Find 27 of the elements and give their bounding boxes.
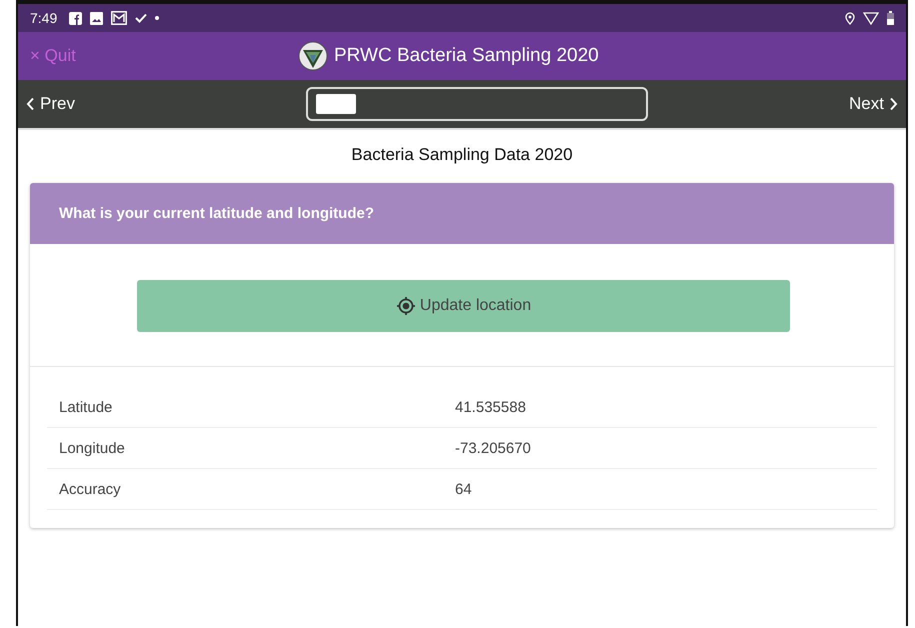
wifi-icon	[863, 12, 879, 24]
target-icon	[396, 296, 416, 316]
prev-button[interactable]: Prev	[26, 94, 75, 114]
dot-icon	[155, 16, 160, 20]
chevron-left-icon	[26, 97, 35, 111]
field-value: 64	[455, 480, 472, 498]
status-time: 7:49	[30, 10, 58, 26]
logo-icon	[298, 41, 328, 71]
field-label: Latitude	[58, 398, 114, 416]
selection-highlight	[316, 94, 356, 114]
field-label: Accuracy	[58, 480, 122, 498]
field-value: -73.205670	[455, 440, 531, 456]
next-button[interactable]: Next	[849, 94, 898, 114]
battery-icon	[887, 11, 894, 25]
location-icon	[845, 12, 855, 24]
facebook-icon	[69, 12, 82, 24]
field-label: Longitude	[58, 440, 126, 456]
mail-icon	[111, 11, 128, 25]
form-title: Bacteria Sampling Data 2020	[350, 144, 574, 166]
image-icon	[90, 12, 104, 24]
check-icon	[135, 13, 148, 23]
update-location-button[interactable]: Update location	[137, 280, 790, 332]
app-title: PRWC Bacteria Sampling 2020	[334, 45, 599, 67]
question-text: What is your current latitude and longitude?	[59, 205, 374, 222]
field-value: 41.535588	[455, 398, 526, 416]
page-field[interactable]	[306, 87, 648, 121]
chevron-right-icon	[889, 97, 898, 111]
